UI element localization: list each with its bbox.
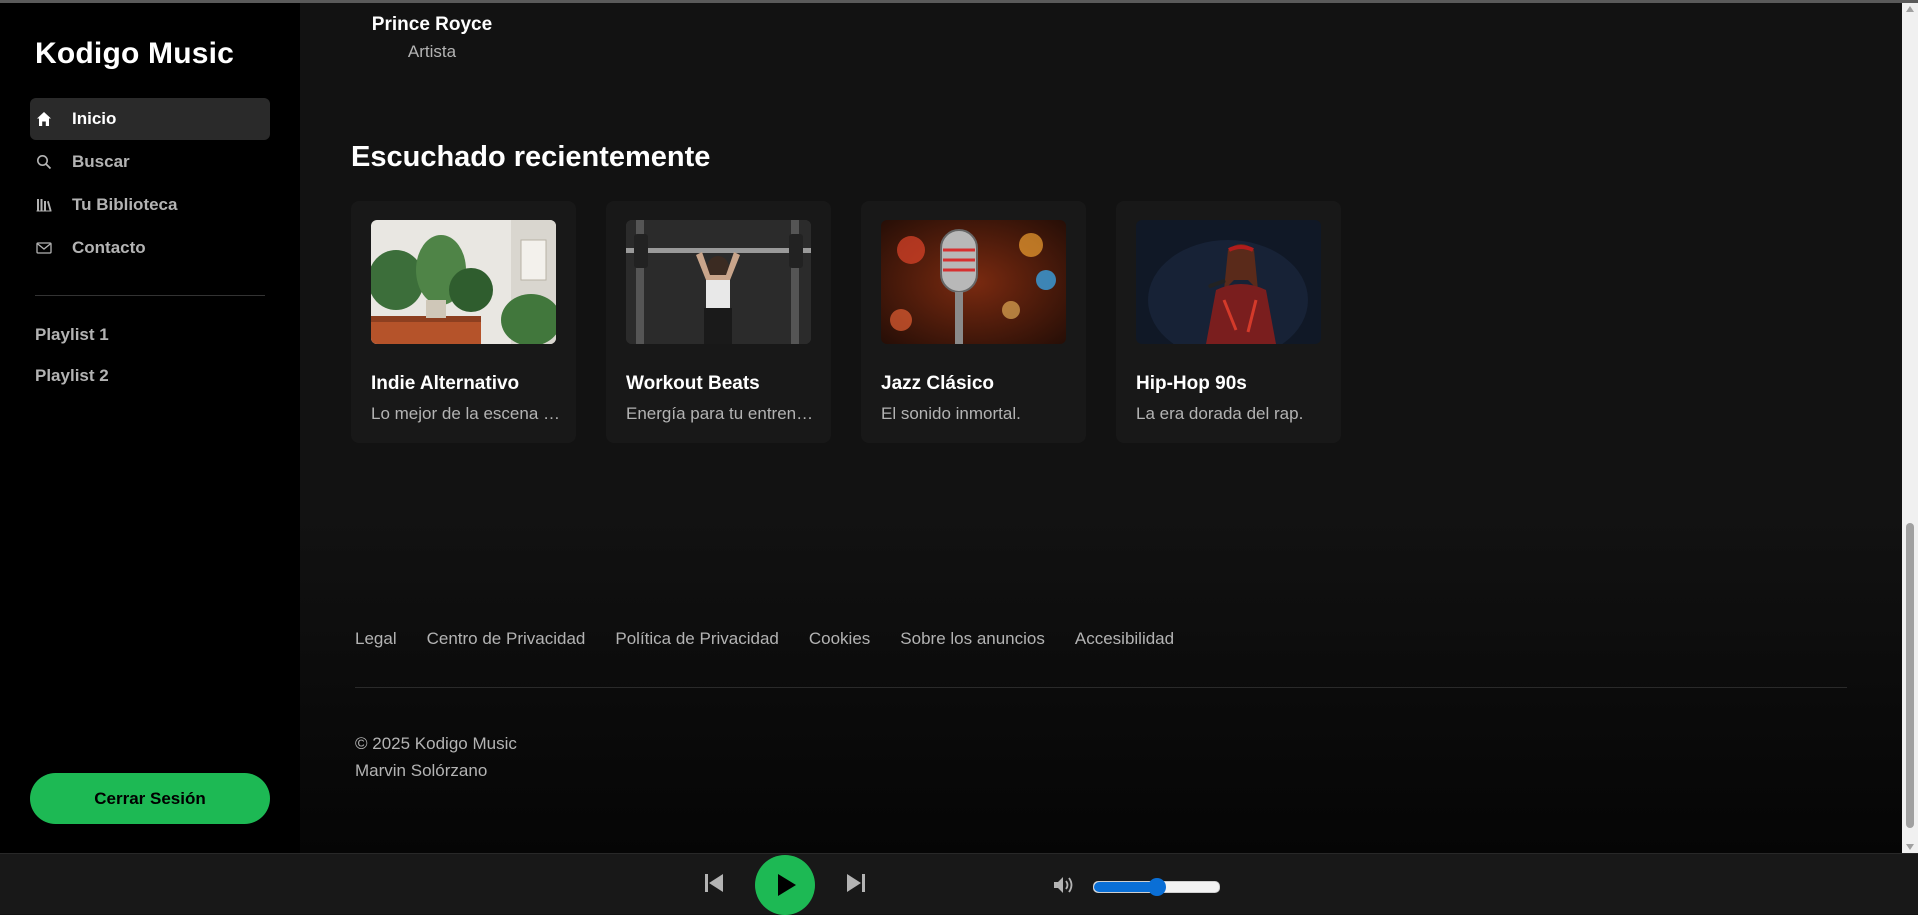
artist-card[interactable]: Prince Royce Artista [362, 14, 502, 62]
footer-link-privacy-center[interactable]: Centro de Privacidad [427, 629, 586, 649]
nav-item-biblioteca[interactable]: Tu Biblioteca [30, 184, 270, 226]
album-card[interactable]: Jazz Clásico El sonido inmortal. [861, 201, 1086, 443]
footer-link-ads[interactable]: Sobre los anuncios [900, 629, 1045, 649]
sidebar-divider [35, 295, 265, 296]
app: Kodigo Music Inicio Buscar Tu Biblioteca [0, 3, 1918, 853]
next-track-button[interactable] [845, 872, 867, 899]
vertical-scrollbar[interactable] [1902, 3, 1918, 853]
footer-link-accessibility[interactable]: Accesibilidad [1075, 629, 1174, 649]
scroll-down-arrow-icon[interactable] [1906, 844, 1914, 850]
logout-button[interactable]: Cerrar Sesión [30, 773, 270, 824]
footer-copyright: © 2025 Kodigo Music Marvin Solórzano [355, 730, 517, 784]
previous-track-button[interactable] [703, 872, 725, 899]
card-title: Indie Alternativo [371, 373, 520, 394]
player-bar [0, 853, 1918, 915]
plants-photo [371, 220, 556, 344]
footer-links: Legal Centro de Privacidad Política de P… [355, 629, 1204, 649]
footer-divider [355, 687, 1847, 688]
album-card[interactable]: Indie Alternativo Lo mejor de la escena … [351, 201, 576, 443]
card-description: La era dorada del rap. [1136, 404, 1304, 423]
playlist-item-1[interactable]: Playlist 1 [35, 325, 109, 366]
app-logo[interactable]: Kodigo Music [35, 37, 234, 71]
skip-back-icon [703, 874, 725, 898]
volume-knob[interactable] [1147, 878, 1166, 896]
author-text: Marvin Solórzano [355, 761, 488, 780]
volume-button[interactable] [1052, 875, 1076, 900]
playlist-list: Playlist 1 Playlist 2 [35, 325, 109, 407]
card-title: Jazz Clásico [881, 373, 994, 394]
album-card[interactable]: Hip-Hop 90s La era dorada del rap. [1116, 201, 1341, 443]
nav-label: Buscar [72, 152, 130, 171]
copyright-text: © 2025 Kodigo Music [355, 734, 517, 753]
nav-item-inicio[interactable]: Inicio [30, 98, 270, 140]
nav-label: Contacto [72, 238, 146, 257]
microphone-photo [881, 220, 1066, 344]
footer-link-legal[interactable]: Legal [355, 629, 397, 649]
volume-icon [1052, 877, 1076, 899]
nav-item-buscar[interactable]: Buscar [30, 141, 270, 183]
main-content: Prince Royce Artista Escuchado recientem… [300, 3, 1902, 853]
nav-label: Inicio [72, 109, 117, 128]
card-title: Hip-Hop 90s [1136, 373, 1247, 394]
gym-photo [626, 220, 811, 344]
card-title: Workout Beats [626, 373, 760, 394]
recent-cards: Indie Alternativo Lo mejor de la escena … [351, 201, 1371, 443]
nav-item-contacto[interactable]: Contacto [30, 227, 270, 269]
search-icon [36, 154, 52, 170]
skip-forward-icon [845, 874, 867, 898]
scroll-up-arrow-icon[interactable] [1906, 6, 1914, 12]
mail-icon [36, 240, 52, 256]
artist-name: Prince Royce [371, 14, 493, 35]
library-icon [36, 197, 52, 213]
card-description: Lo mejor de la escena indie. [371, 404, 561, 423]
card-description: El sonido inmortal. [881, 404, 1021, 423]
home-icon [36, 111, 52, 127]
singer-photo [1136, 220, 1321, 344]
scroll-thumb[interactable] [1906, 523, 1914, 828]
sidebar: Kodigo Music Inicio Buscar Tu Biblioteca [0, 3, 300, 853]
volume-slider[interactable] [1093, 878, 1220, 896]
nav-label: Tu Biblioteca [72, 195, 178, 214]
card-description: Energía para tu entrenamiento. [626, 404, 816, 423]
album-card[interactable]: Workout Beats Energía para tu entrenamie… [606, 201, 831, 443]
footer-link-cookies[interactable]: Cookies [809, 629, 870, 649]
main-nav: Inicio Buscar Tu Biblioteca Contacto [30, 98, 270, 270]
footer-link-privacy-policy[interactable]: Política de Privacidad [615, 629, 778, 649]
section-title: Escuchado recientemente [351, 141, 711, 173]
artist-role: Artista [407, 42, 457, 61]
play-button[interactable] [755, 855, 815, 915]
playlist-item-2[interactable]: Playlist 2 [35, 366, 109, 407]
